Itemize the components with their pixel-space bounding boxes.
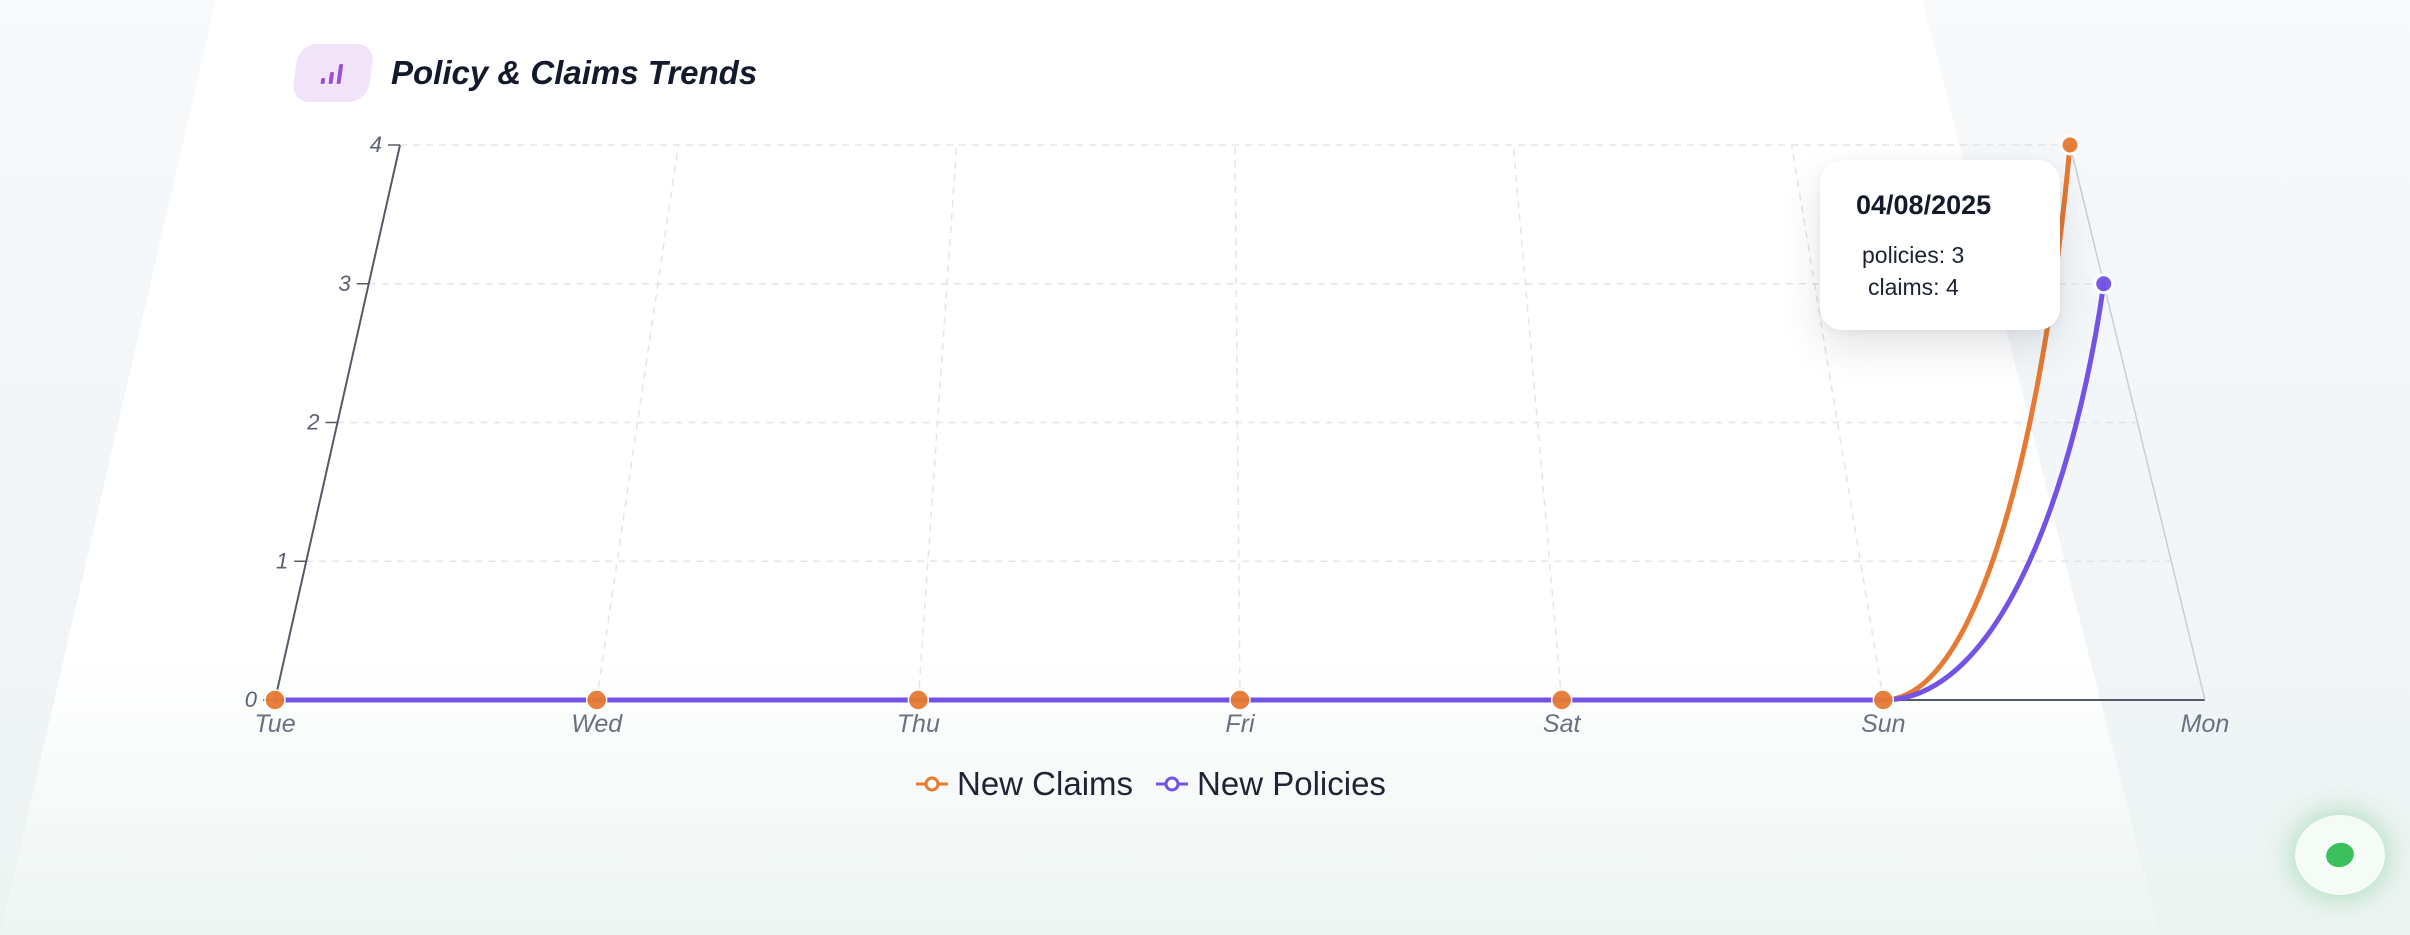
data-point bbox=[264, 689, 286, 711]
y-tick-label: 3 bbox=[339, 271, 352, 296]
y-tick-label: 0 bbox=[245, 687, 258, 712]
tooltip-claims: claims: 4 bbox=[1868, 274, 1959, 300]
legend-label-claims: New Claims bbox=[957, 765, 1134, 802]
data-point bbox=[1872, 689, 1895, 711]
y-tick-label: 1 bbox=[276, 548, 288, 573]
data-point bbox=[1550, 689, 1573, 711]
y-tick-label: 2 bbox=[306, 410, 319, 435]
data-point bbox=[2093, 273, 2115, 295]
floating-action-button[interactable] bbox=[2295, 815, 2385, 895]
legend-marker-policies bbox=[1156, 776, 1189, 792]
legend-marker-claims bbox=[916, 776, 948, 792]
legend-item-claims[interactable]: New Claims bbox=[915, 765, 1133, 803]
right-edge bbox=[2069, 144, 2206, 701]
x-tick-label: Sun bbox=[1861, 710, 1905, 738]
data-point bbox=[1229, 689, 1251, 711]
x-tick-label: Mon bbox=[2181, 710, 2230, 738]
x-tick-label: Fri bbox=[1225, 710, 1256, 738]
tooltip-policies: policies: 3 bbox=[1862, 242, 1965, 268]
x-tick-label: Thu bbox=[897, 710, 940, 738]
y-tick-label: 4 bbox=[370, 132, 382, 157]
x-tick-label: Sat bbox=[1543, 710, 1582, 738]
chart-tooltip: 04/08/2025 policies: 3 claims: 4 bbox=[1820, 160, 2060, 330]
data-point bbox=[585, 689, 608, 711]
data-point bbox=[2059, 134, 2081, 156]
x-tick-label: Tue bbox=[254, 710, 295, 738]
legend-label-policies: New Policies bbox=[1197, 765, 1386, 802]
tooltip-date: 04/08/2025 bbox=[1856, 190, 1992, 220]
x-tick-label: Wed bbox=[571, 710, 623, 738]
legend-item-policies[interactable]: New Policies bbox=[1155, 765, 1386, 803]
data-point bbox=[907, 689, 930, 711]
status-dot-icon bbox=[2323, 839, 2357, 871]
series-line-1 bbox=[272, 281, 2107, 703]
chart-legend: New Claims New Policies bbox=[915, 765, 1408, 803]
